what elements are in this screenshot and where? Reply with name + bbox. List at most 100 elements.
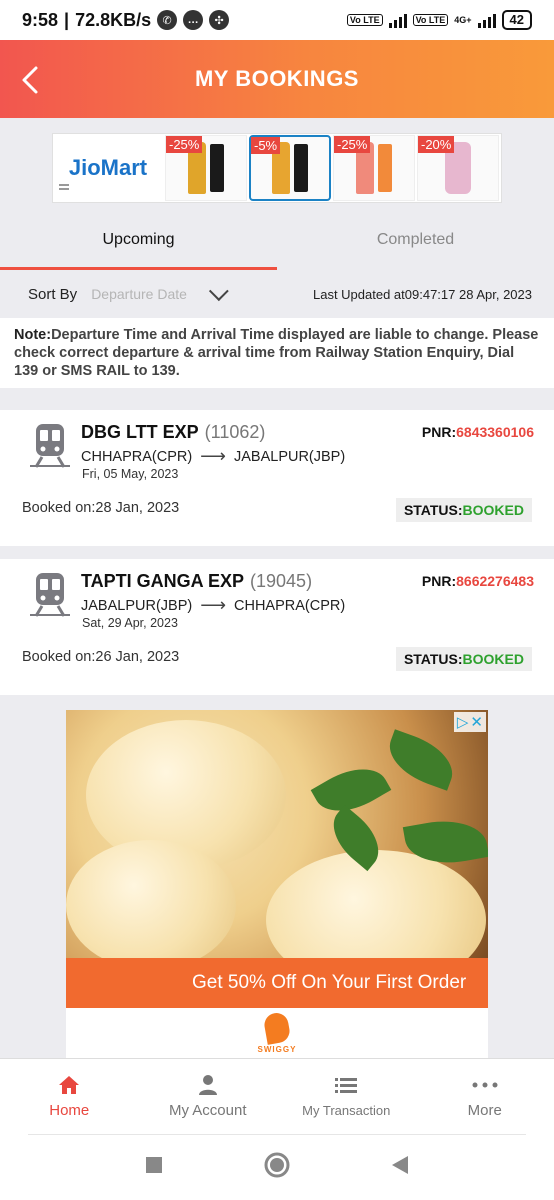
status-value: BOOKED	[462, 502, 524, 518]
route-to: CHHAPRA(CPR)	[234, 597, 346, 614]
booked-on-label: Booked on:	[22, 649, 96, 665]
nav-label: My Transaction	[302, 1103, 391, 1118]
banner-product-2[interactable]: -5%	[249, 135, 331, 201]
tab-completed[interactable]: Completed	[277, 210, 554, 270]
recents-button[interactable]	[145, 1156, 163, 1179]
ice-cream-scoop	[66, 840, 236, 970]
arrow-right-icon: ⟶	[200, 595, 227, 615]
list-icon	[335, 1075, 358, 1097]
train-icon	[30, 573, 70, 617]
back-button[interactable]	[14, 60, 50, 100]
train-name-text: DBG LTT EXP	[81, 422, 199, 442]
banner-product-1[interactable]: -25%	[165, 135, 247, 201]
status-divider: |	[64, 9, 70, 30]
last-updated-text: Last Updated at09:47:17 28 Apr, 2023	[312, 286, 532, 302]
status-bar-left: 9:58 | 72.8KB/s ✆ … ✣	[22, 9, 230, 31]
signal-icon-2	[477, 12, 496, 28]
close-icon[interactable]: ✕	[470, 713, 483, 731]
arrow-right-icon: ⟶	[200, 446, 226, 466]
nav-my-transaction[interactable]: My Transaction	[277, 1059, 416, 1134]
more-dots-icon	[472, 1074, 498, 1096]
train-number: (11062)	[204, 422, 266, 442]
divider	[28, 1134, 526, 1135]
booked-on-label: Booked on:	[22, 500, 96, 516]
system-navigation-bar	[0, 1134, 554, 1200]
train-icon	[30, 424, 70, 468]
status-net-speed: 72.8KB/s	[75, 9, 152, 30]
train-route: CHHAPRA(CPR) ⟶ JABALPUR(JBP)	[81, 446, 345, 467]
triangle-back-icon	[392, 1155, 408, 1174]
swiggy-brand: SWIGGY	[66, 1008, 488, 1058]
signal-icon	[388, 12, 407, 28]
pnr-label: PNR:	[421, 573, 457, 589]
journey-date: Sat, 29 Apr, 2023	[82, 616, 178, 630]
sort-dropdown[interactable]: Departure Date	[91, 281, 241, 302]
train-name: DBG LTT EXP (11062)	[81, 422, 265, 443]
discount-badge: -25%	[166, 136, 203, 153]
tab-upcoming[interactable]: Upcoming	[0, 210, 277, 270]
sort-dropdown-placeholder: Departure Date	[91, 286, 187, 302]
pnr-label: PNR:	[421, 424, 457, 440]
booking-card[interactable]: DBG LTT EXP (11062) PNR:6843360106 CHHAPR…	[0, 410, 554, 546]
sort-row: Sort By Departure Date Last Updated at09…	[0, 272, 554, 316]
chevron-left-icon	[22, 66, 38, 94]
booking-tabs: Upcoming Completed	[0, 210, 554, 270]
booked-on: Booked on:26 Jan, 2023	[22, 649, 179, 665]
note-label: Note:	[14, 327, 52, 343]
ad-choices-icon: ▷	[456, 714, 469, 731]
departure-note: Note:Departure Time and Arrival Time dis…	[0, 318, 554, 388]
ad-offer-text: Get 50% Off On Your First Order	[66, 958, 488, 1008]
banner-product-4[interactable]: -20%	[417, 135, 499, 201]
route-from: JABALPUR(JBP)	[81, 597, 193, 614]
train-name: TAPTI GANGA EXP (19045)	[81, 571, 312, 592]
nav-my-account[interactable]: My Account	[139, 1059, 278, 1134]
status-value: BOOKED	[462, 651, 524, 667]
menu-lines-icon	[59, 184, 69, 190]
jiomart-brand-text: JioMart	[68, 155, 148, 180]
booking-card[interactable]: TAPTI GANGA EXP (19045) PNR:8662276483 JA…	[0, 559, 554, 695]
back-system-button[interactable]	[391, 1155, 409, 1180]
discount-badge: -25%	[334, 136, 371, 153]
journey-date: Fri, 05 May, 2023	[82, 467, 179, 481]
jiomart-logo: JioMart	[53, 134, 163, 202]
route-to: JABALPUR(JBP)	[233, 448, 346, 465]
whatsapp-icon: ✆	[157, 10, 178, 30]
square-icon	[146, 1156, 162, 1173]
discount-badge: -20%	[418, 136, 455, 153]
product-box-image	[294, 144, 308, 192]
status-bar: 9:58 | 72.8KB/s ✆ … ✣ Vo LTE Vo LTE 4G+ …	[0, 0, 554, 40]
jiomart-banner-ad[interactable]: JioMart -25% -5% -25% -20%	[52, 133, 502, 203]
ad-choices[interactable]: ▷ ✕	[453, 712, 486, 732]
app-grid-icon: ✣	[209, 10, 230, 30]
page-title: MY BOOKINGS	[194, 66, 359, 91]
product-box-image	[210, 144, 224, 192]
volte-icon-2: Vo LTE	[412, 14, 449, 26]
banner-product-3[interactable]: -25%	[333, 135, 415, 201]
pnr-number: 6843360106	[456, 424, 534, 440]
train-name-text: TAPTI GANGA EXP	[81, 571, 245, 591]
sort-by-label: Sort By	[28, 285, 78, 303]
product-box-image	[378, 144, 392, 192]
booked-on-date: 26 Jan, 2023	[95, 649, 180, 665]
pnr-info: PNR:8662276483	[422, 573, 534, 589]
swiggy-brand-name: SWIGGY	[257, 1044, 297, 1054]
status-label: STATUS:	[403, 651, 463, 667]
status-badge: STATUS:BOOKED	[395, 647, 532, 671]
booked-on-date: 28 Jan, 2023	[95, 500, 180, 516]
status-label: STATUS:	[403, 502, 463, 518]
booked-on: Booked on:28 Jan, 2023	[22, 500, 179, 516]
nav-more[interactable]: More	[416, 1059, 554, 1134]
status-badge: STATUS:BOOKED	[395, 498, 532, 522]
app-header: MY BOOKINGS	[0, 40, 554, 118]
battery-indicator: 42	[501, 10, 532, 30]
discount-badge: -5%	[251, 137, 281, 154]
message-icon: …	[183, 10, 204, 30]
note-text: Departure Time and Arrival Time displaye…	[14, 327, 539, 379]
nav-label: More	[467, 1102, 502, 1119]
home-icon	[58, 1074, 80, 1096]
nav-home[interactable]: Home	[0, 1059, 139, 1134]
status-bar-right: Vo LTE Vo LTE 4G+ 42	[346, 10, 532, 30]
swiggy-ad[interactable]: ▷ ✕ Get 50% Off On Your First Order SWIG…	[66, 710, 488, 1058]
home-system-button[interactable]	[263, 1151, 291, 1184]
chevron-down-icon	[208, 281, 229, 302]
